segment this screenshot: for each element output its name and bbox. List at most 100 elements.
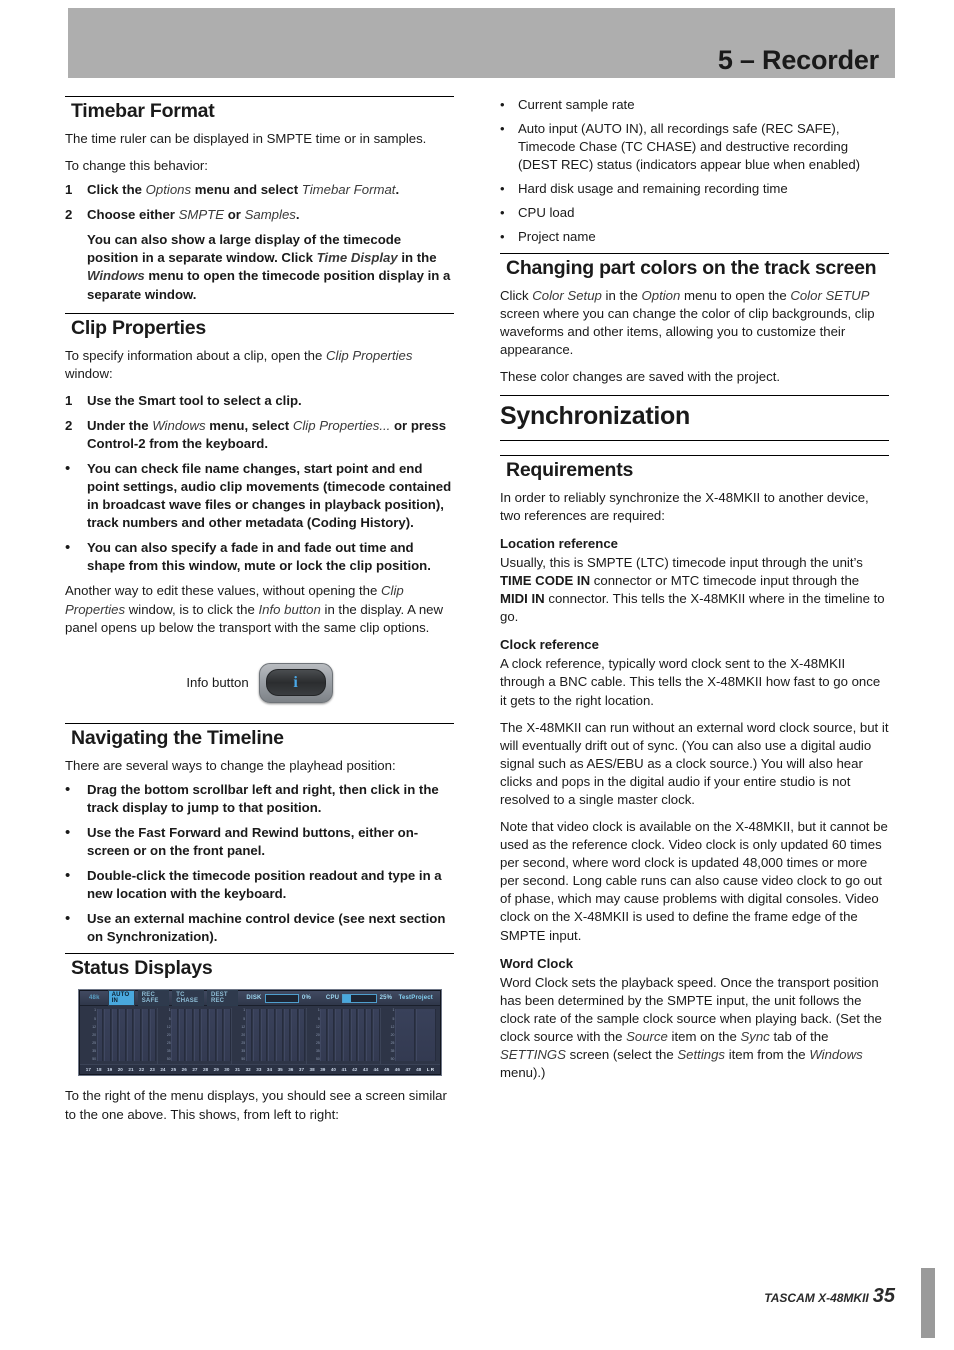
meter-group: 1 5 12 20 25 35 50: [381, 1008, 437, 1064]
section-timebar-format: Timebar Format The time ruler can be dis…: [65, 96, 454, 304]
meter-channel: [260, 1009, 268, 1062]
clip-properties-outro: Another way to edit these values, withou…: [65, 582, 454, 636]
list-item-text: Double-click the timecode position reado…: [87, 868, 442, 902]
list-item-text: Auto input (AUTO IN), all recordings saf…: [518, 121, 861, 173]
list-item: 2 Choose either SMPTE or Samples.: [65, 206, 454, 224]
meter-channel: [224, 1009, 231, 1062]
meter-channel: [171, 1009, 178, 1062]
heading-navigating-timeline: Navigating the Timeline: [71, 726, 284, 749]
meter-channel: [343, 1009, 350, 1062]
info-button-face: i: [265, 669, 326, 697]
scale-tick: 35: [166, 1048, 171, 1053]
meter-channel: [216, 1009, 224, 1062]
meter-scale: 1 5 12 20 25 35 50: [83, 1008, 96, 1064]
meter-channel: [350, 1009, 358, 1062]
section-divider: [65, 953, 454, 955]
text-run: connector or MTC timecode input through …: [590, 573, 860, 589]
list-marker: •: [65, 780, 71, 798]
meter-channel: [104, 1009, 111, 1062]
meter-channel: [141, 1009, 149, 1062]
word-clock-body: Word Clock sets the playback speed. Once…: [500, 974, 889, 1082]
list-item: • You can check file name changes, start …: [65, 460, 454, 532]
list-item-text: Drag the bottom scrollbar left and right…: [87, 781, 439, 815]
meter-scale: 1 5 12 20 25 35 50: [158, 1008, 171, 1064]
right-column: • Current sample rate • Auto input (AUTO IN…: [500, 96, 889, 1091]
track-number-strip: 17 18 19 20 21 22 23 24 25 26 27 28 29 30 31 32 33 34 35 36…: [80, 1064, 440, 1075]
list-item: • Use the Fast Forward and Rewind buttons…: [65, 824, 454, 860]
list-marker: •: [65, 910, 71, 928]
heading-status-displays: Status Displays: [71, 957, 213, 980]
meter-channel: [126, 1009, 134, 1062]
list-item: • Hard disk usage and remaining recording…: [500, 180, 889, 198]
meter-scale: 1 5 12 20 25 35 50: [232, 1008, 245, 1064]
track-number: L R: [426, 1067, 435, 1073]
text-run: menu and select: [191, 182, 302, 198]
text-run: Windows: [809, 1046, 863, 1062]
footer-product: TASCAM X-48MKII: [764, 1291, 869, 1305]
text-run: Color Setup: [532, 287, 602, 303]
track-number: 28: [202, 1067, 209, 1073]
meter-channel: [373, 1009, 380, 1062]
indicator-auto-in[interactable]: AUTO IN: [107, 990, 135, 1007]
list-marker: 2: [65, 417, 73, 433]
track-number: 36: [288, 1067, 294, 1073]
text-run: tab of the: [769, 1028, 829, 1044]
indicator-rec-safe[interactable]: REC SAFE: [137, 990, 170, 1007]
list-item: • Double-click the timecode position read…: [65, 867, 454, 903]
figure-info-button: Info button i: [65, 662, 454, 703]
indicator-dest-rec[interactable]: DEST REC: [206, 990, 239, 1007]
track-number: 48: [416, 1067, 422, 1073]
scale-tick: 5: [392, 1016, 395, 1021]
text-run: SETTINGS: [500, 1046, 566, 1062]
sample-rate-readout: 48k: [89, 995, 100, 1002]
list-item-text: Use an external machine control device (…: [87, 911, 446, 945]
meter-channel: [253, 1009, 260, 1062]
meter-channel: [111, 1009, 119, 1062]
status-displays-outro: To the right of the menu displays, you s…: [65, 1088, 447, 1122]
scale-tick: 5: [94, 1016, 96, 1021]
text-run: .: [295, 207, 300, 223]
track-number: 38: [309, 1067, 315, 1073]
track-number: 32: [245, 1067, 251, 1073]
meter-channel: [268, 1009, 275, 1062]
text-run: menu, select: [205, 417, 293, 433]
scale-tick: 25: [166, 1040, 171, 1045]
list-item: • Project name: [500, 228, 889, 246]
list-item: 1 Use the Smart tool to select a clip.: [65, 392, 454, 410]
list-item: 1 Click the Options menu and select Timeb…: [65, 181, 454, 199]
meter-channel: [327, 1009, 335, 1062]
info-icon: i: [293, 673, 298, 691]
list-item-text: Use the Fast Forward and Rewind buttons,…: [87, 824, 419, 859]
meter-channel: [208, 1009, 216, 1062]
meter-channel: [416, 1009, 437, 1062]
track-number: 25: [171, 1067, 177, 1073]
scale-tick: 50: [316, 1056, 320, 1061]
text-run: You can check file name changes, start p…: [87, 461, 452, 531]
requirements-intro: In order to reliably synchronize the X-4…: [500, 489, 869, 524]
meter-channel: [193, 1009, 201, 1062]
text-run: Click the: [87, 182, 146, 198]
level-meters: 1 5 12 20 25 35 50 1 5 12 20 25 35 50 1 5 12 20 25 35 50 1 5 12…: [80, 1006, 440, 1065]
list-item-text: You can check file name changes, start p…: [87, 460, 454, 532]
section-synchronization: Synchronization Requirements In order to…: [500, 394, 889, 1082]
section-navigating-timeline: Navigating the Timeline There are severa…: [65, 722, 454, 947]
disk-percent: 0%: [301, 995, 311, 1002]
info-button[interactable]: i: [258, 662, 333, 703]
scale-tick: 50: [390, 1056, 395, 1061]
meter-group: 1 5 12 20 25 35 50: [158, 1008, 233, 1065]
text-run: Windows: [87, 268, 145, 284]
list-marker: •: [500, 181, 505, 197]
scale-tick: 50: [166, 1056, 171, 1061]
text-run: screen where you can change the color of…: [500, 305, 875, 357]
scale-tick: 35: [241, 1048, 246, 1053]
list-item-text: Current sample rate: [518, 97, 635, 112]
timebar-intro: The time ruler can be displayed in SMPTE…: [65, 131, 427, 146]
page-header-bar: 5 – Recorder: [68, 8, 895, 78]
meter-channel: [298, 1009, 306, 1062]
text-run: menu to open the: [680, 287, 791, 303]
status-bar: 48k AUTO IN REC SAFE TC CHASE DEST REC D…: [80, 990, 440, 1007]
status-items-list: • Current sample rate • Auto input (AUTO IN…: [500, 96, 889, 247]
indicator-tc-chase[interactable]: TC CHASE: [172, 990, 204, 1007]
meter-channel: [276, 1009, 283, 1062]
track-number: 21: [128, 1067, 134, 1073]
